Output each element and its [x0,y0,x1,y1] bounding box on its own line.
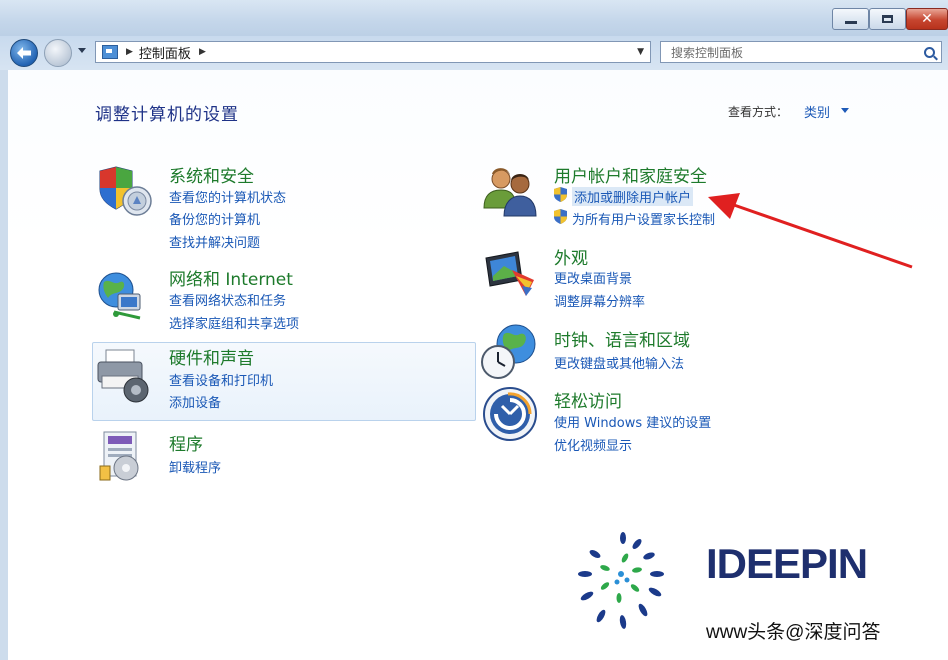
search-placeholder: 搜索控制面板 [671,45,744,60]
search-icon[interactable] [924,46,935,58]
minimize-button[interactable] [832,8,869,30]
category-title-clock-language-region[interactable]: 时钟、语言和区域 [554,326,690,351]
minimize-icon [844,20,857,24]
category-title-programs[interactable]: 程序 [169,430,203,455]
category-title-hardware-sound[interactable]: 硬件和声音 [169,344,254,369]
watermark-brand: IDEEPIN [706,540,868,587]
ease-of-access-icon[interactable] [482,386,540,444]
view-by-dropdown[interactable]: 类别 [804,102,830,121]
link-add-device[interactable]: 添加设备 [169,392,221,411]
link-add-remove-user-accounts[interactable]: 添加或删除用户帐户 [572,187,694,206]
recent-pages-dropdown[interactable] [78,48,86,53]
back-arrow-icon [17,47,31,59]
breadcrumb-separator-icon[interactable]: ▶ [199,47,206,57]
back-button[interactable] [10,39,38,67]
programs-icon[interactable] [98,428,156,486]
ideepin-logo-icon [578,532,664,629]
window-title-bar: ✕ [0,0,948,36]
navigation-bar: ▶ 控制面板 ▶ ▼ 搜索控制面板 [0,36,948,70]
users-icon[interactable] [482,162,540,220]
link-change-desktop-background[interactable]: 更改桌面背景 [554,268,632,287]
view-by-label: 查看方式： [728,105,789,119]
control-panel-icon [102,45,118,59]
breadcrumb-control-panel[interactable]: 控制面板 [139,43,191,62]
category-title-user-accounts[interactable]: 用户帐户和家庭安全 [554,162,707,187]
page-title: 调整计算机的设置 [95,105,239,125]
network-globe-icon[interactable] [96,268,154,326]
annotation-arrow-icon [708,193,913,269]
link-backup-computer[interactable]: 备份您的计算机 [169,209,260,228]
category-title-ease-of-access[interactable]: 轻松访问 [554,387,622,412]
link-parental-controls[interactable]: 为所有用户设置家长控制 [572,209,715,228]
search-input[interactable]: 搜索控制面板 [660,41,942,63]
shield-icon[interactable] [96,163,154,221]
appearance-monitor-icon[interactable] [482,246,540,304]
uac-shield-icon [554,209,567,224]
link-adjust-resolution[interactable]: 调整屏幕分辨率 [554,291,645,310]
clock-globe-icon[interactable] [480,322,538,380]
address-bar[interactable]: ▶ 控制面板 ▶ ▼ [95,41,651,63]
link-troubleshoot[interactable]: 查找并解决问题 [169,232,260,251]
category-title-appearance[interactable]: 外观 [554,244,588,269]
maximize-icon [882,15,893,23]
link-windows-suggested-settings[interactable]: 使用 Windows 建议的设置 [554,412,711,431]
uac-shield-icon [554,187,567,202]
link-devices-printers[interactable]: 查看设备和打印机 [169,370,273,389]
link-view-computer-status[interactable]: 查看您的计算机状态 [169,187,286,206]
close-icon: ✕ [921,11,933,27]
category-title-network-internet[interactable]: 网络和 Internet [169,265,293,290]
link-homegroup-sharing[interactable]: 选择家庭组和共享选项 [169,313,299,332]
forward-button[interactable] [44,39,72,67]
close-button[interactable]: ✕ [906,8,948,30]
chevron-down-icon[interactable] [841,108,849,113]
watermark-credit: www头条@深度问答 [706,622,881,643]
link-change-keyboard[interactable]: 更改键盘或其他输入法 [554,353,684,372]
category-title-system-security[interactable]: 系统和安全 [169,162,254,187]
printer-icon[interactable] [96,346,154,404]
address-dropdown-icon[interactable]: ▼ [637,47,644,57]
breadcrumb-separator-icon[interactable]: ▶ [126,47,133,57]
link-network-status[interactable]: 查看网络状态和任务 [169,290,286,309]
link-uninstall-program[interactable]: 卸载程序 [169,457,221,476]
maximize-button[interactable] [869,8,906,30]
window-left-border [0,70,8,660]
link-optimize-visual-display[interactable]: 优化视频显示 [554,435,632,454]
